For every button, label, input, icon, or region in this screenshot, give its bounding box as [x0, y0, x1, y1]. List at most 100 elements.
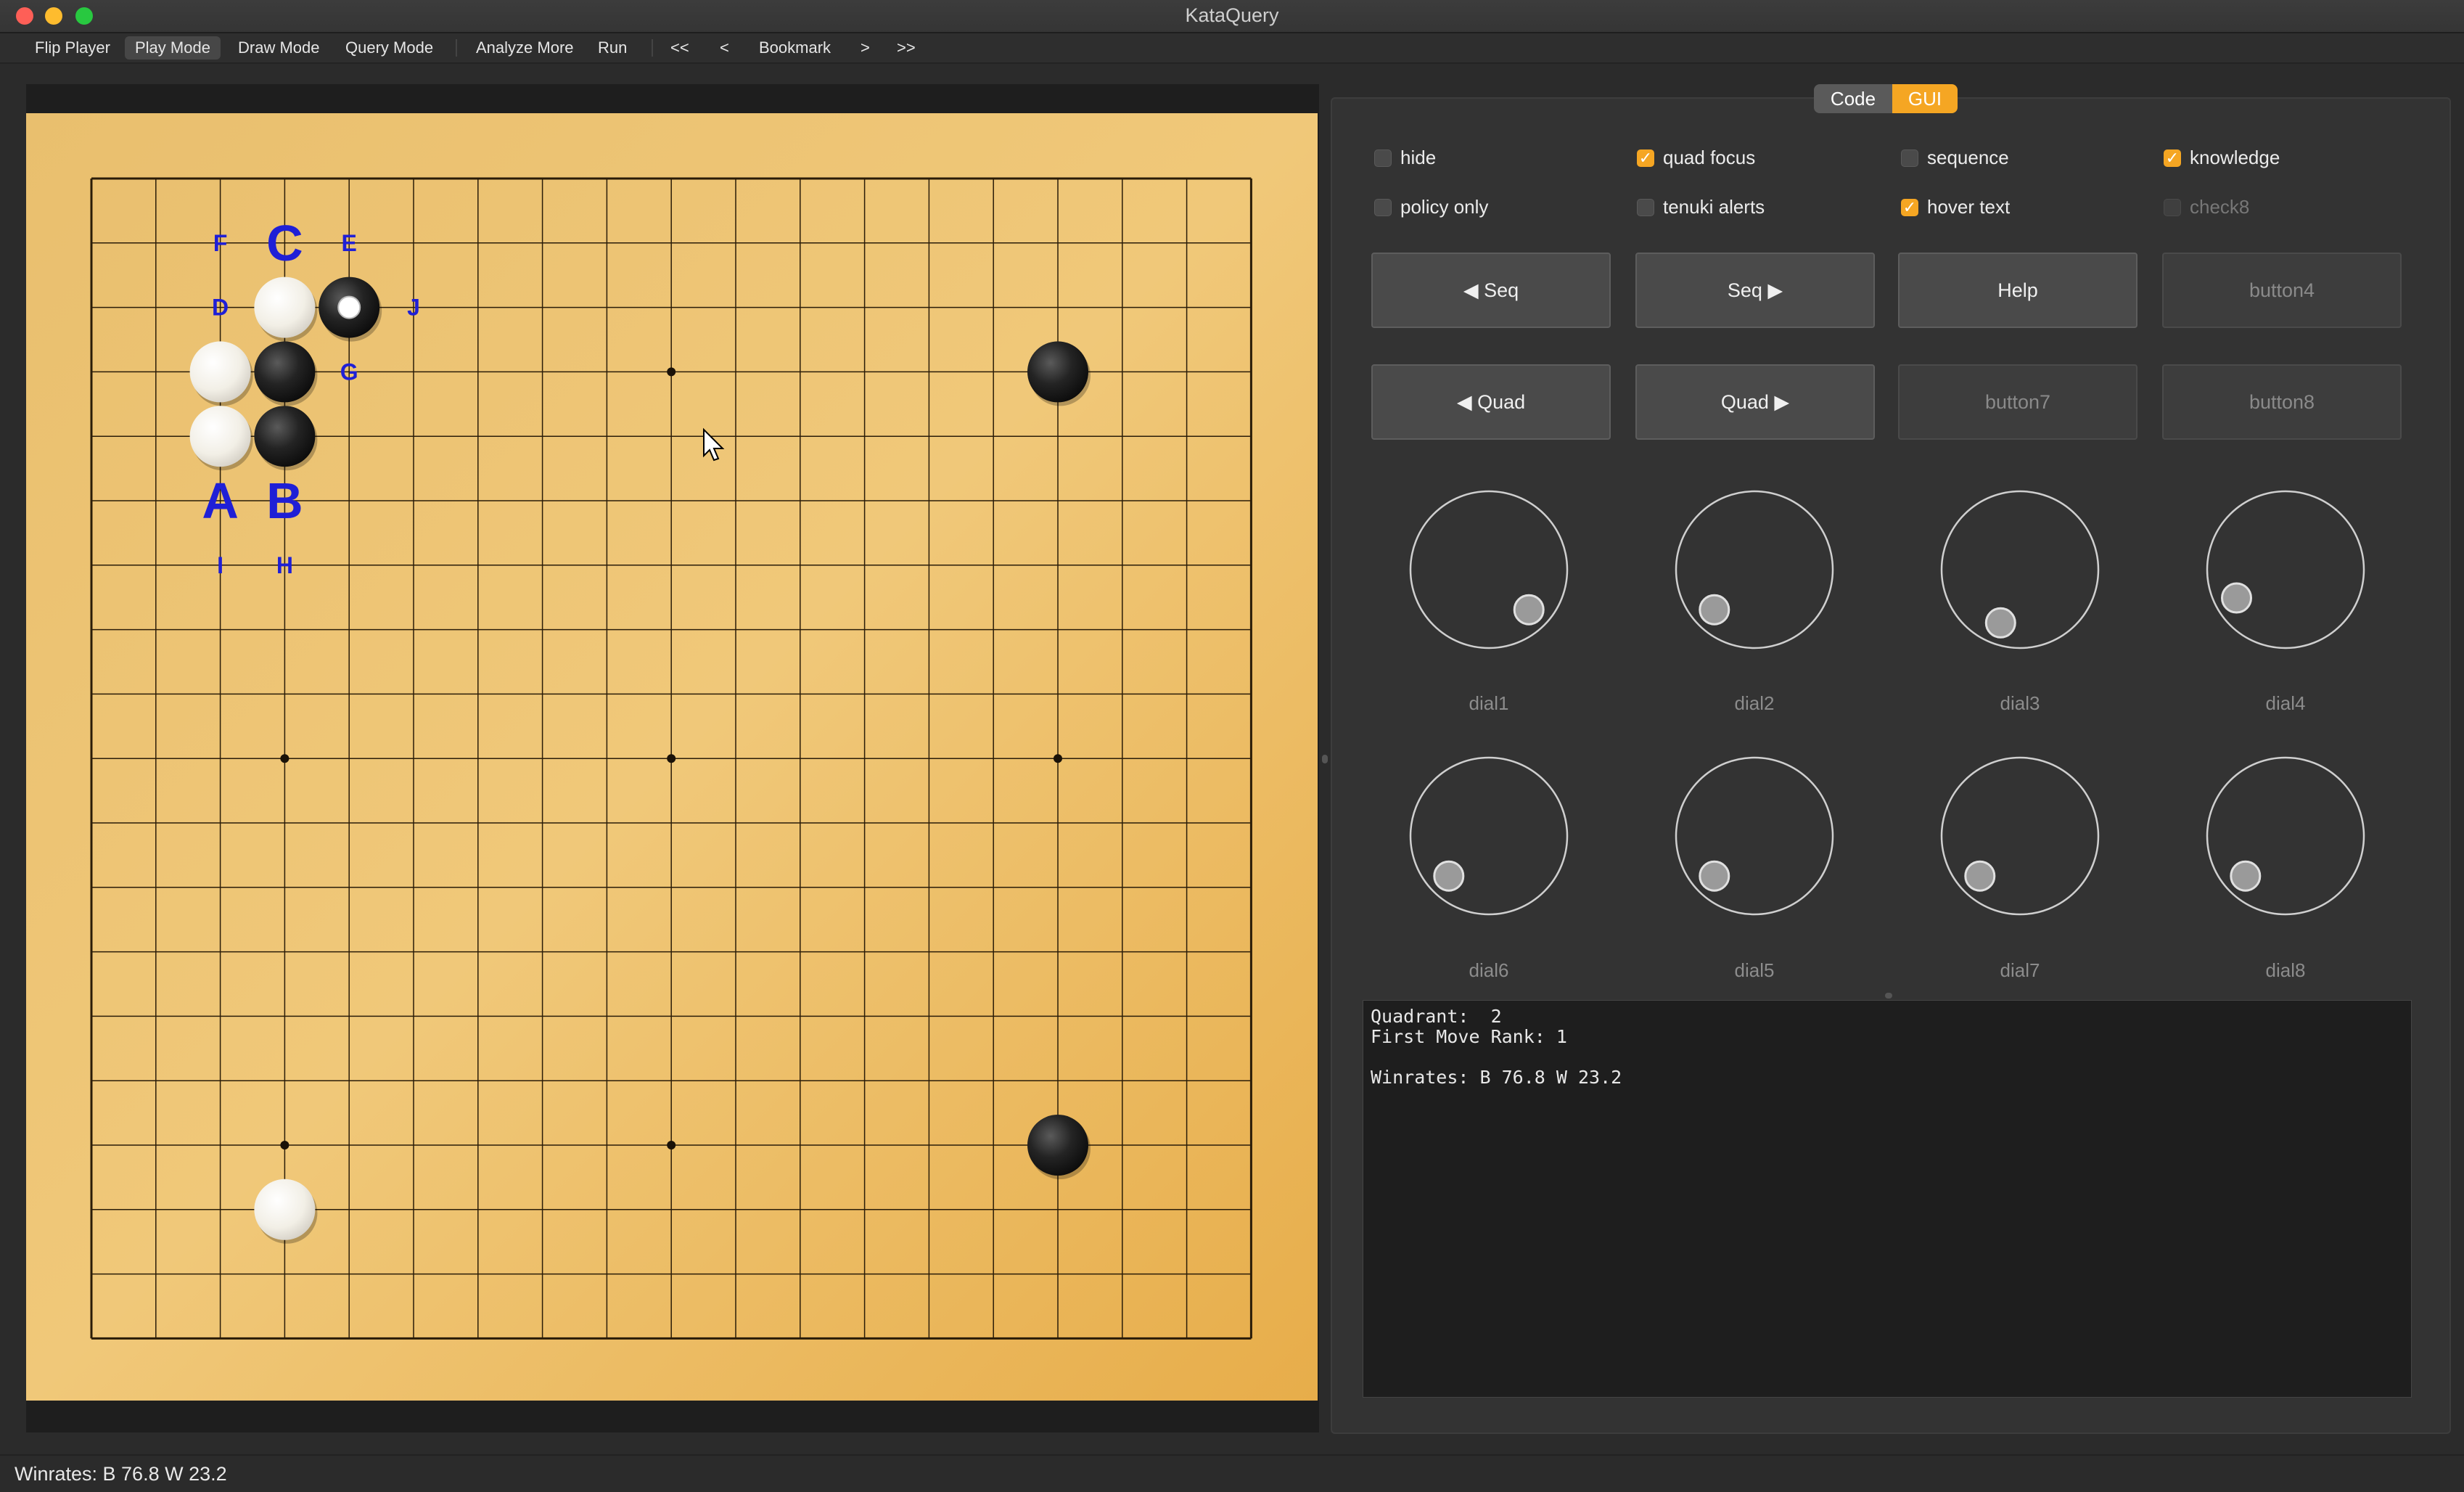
board-label: F	[213, 230, 228, 256]
board-label: H	[276, 552, 293, 578]
title-bar: KataQuery	[0, 0, 2464, 33]
dial-knob[interactable]	[2221, 582, 2252, 614]
dial-label: dial4	[2265, 692, 2306, 714]
flip-player-button[interactable]: Flip Player	[25, 36, 120, 60]
board-label: C	[266, 215, 303, 271]
previous-move-button[interactable]: <	[710, 36, 739, 60]
window-title: KataQuery	[1185, 4, 1279, 26]
dial-dial8[interactable]	[2198, 749, 2373, 923]
checkbox-label: hover text	[1927, 196, 2011, 218]
star-point	[667, 1141, 676, 1149]
first-move-button[interactable]: <<	[660, 36, 699, 60]
status-bar: Winrates: B 76.8 W 23.2	[0, 1454, 2464, 1492]
checkbox-hide[interactable]: hide	[1374, 147, 1436, 169]
black-stone	[254, 341, 316, 403]
toolbar-separator	[456, 39, 457, 57]
dial-label: dial5	[1734, 959, 1775, 981]
run-button[interactable]: Run	[588, 36, 637, 60]
dial-dial7[interactable]	[1933, 749, 2107, 923]
dial-knob[interactable]	[2230, 860, 2262, 892]
star-point	[667, 754, 676, 763]
bookmark-button[interactable]: Bookmark	[749, 36, 841, 60]
go-board[interactable]: F C E D J G A B I H	[26, 113, 1318, 1401]
dial-ring	[1940, 756, 2100, 916]
analyze-more-button[interactable]: Analyze More	[466, 36, 584, 60]
white-stone	[189, 406, 251, 467]
checkmark-icon: ✓	[2164, 149, 2181, 167]
checkbox-quad-focus[interactable]: ✓ quad focus	[1637, 147, 1755, 169]
dial-knob[interactable]	[1964, 860, 1996, 892]
checkbox-box	[2164, 198, 2181, 216]
dial-label: dial3	[2000, 692, 2040, 714]
output-text-area[interactable]: Quadrant: 2 First Move Rank: 1 Winrates:…	[1363, 1000, 2412, 1398]
checkbox-knowledge[interactable]: ✓ knowledge	[2164, 147, 2280, 169]
board-label: D	[212, 295, 229, 321]
dial-label: dial7	[2000, 959, 2040, 981]
button-2[interactable]: Seq ▶	[1635, 253, 1875, 328]
dial-ring	[2206, 490, 2365, 649]
star-point	[1054, 754, 1062, 763]
splitter-handle[interactable]	[1322, 755, 1328, 763]
button-3[interactable]: Help	[1898, 253, 2137, 328]
checkbox-label: hide	[1400, 147, 1437, 168]
white-stone	[254, 1179, 316, 1240]
checkbox-policy-only[interactable]: policy only	[1374, 196, 1488, 218]
last-move-button[interactable]: >>	[887, 36, 926, 60]
white-stone	[254, 276, 316, 338]
dial-knob[interactable]	[1699, 594, 1730, 626]
dial-dial2[interactable]	[1667, 483, 1841, 657]
dial-ring	[1675, 756, 1834, 916]
dial-knob[interactable]	[1433, 860, 1465, 892]
dial-dial6[interactable]	[1402, 749, 1576, 923]
checkbox-box	[1637, 198, 1654, 216]
checkmark-icon: ✓	[1637, 149, 1654, 167]
checkbox-label: sequence	[1927, 147, 2009, 168]
star-point	[280, 1141, 289, 1149]
dial-knob[interactable]	[1699, 860, 1730, 892]
dial-ring	[1675, 490, 1834, 649]
board-label: E	[342, 230, 357, 256]
dial-knob[interactable]	[1513, 594, 1545, 626]
output-resize-handle[interactable]	[1885, 993, 1892, 999]
dial-dial5[interactable]	[1667, 749, 1841, 923]
star-point	[280, 754, 289, 763]
dial-dial4[interactable]	[2198, 483, 2373, 657]
dial-label: dial8	[2265, 959, 2306, 981]
board-label: G	[340, 358, 358, 385]
button-1[interactable]: ◀ Seq	[1371, 253, 1611, 328]
black-stone	[1027, 341, 1088, 403]
dial-dial1[interactable]	[1402, 483, 1576, 657]
tab-code[interactable]: Code	[1814, 84, 1892, 113]
dial-ring	[1409, 490, 1569, 649]
tab-gui[interactable]: GUI	[1892, 84, 1958, 113]
checkbox-check8: check8	[2164, 196, 2249, 218]
checkbox-box	[1901, 149, 1918, 167]
checkbox-hover-text[interactable]: ✓ hover text	[1901, 196, 2010, 218]
checkbox-label: check8	[2190, 196, 2250, 218]
draw-mode-button[interactable]: Draw Mode	[228, 36, 329, 60]
button-7: button7	[1898, 364, 2137, 440]
dial-knob[interactable]	[1984, 607, 2016, 639]
last-move-marker	[337, 295, 361, 319]
dial-dial3[interactable]	[1933, 483, 2107, 657]
query-mode-button[interactable]: Query Mode	[335, 36, 443, 60]
toolbar-separator	[652, 39, 653, 57]
board-label: A	[202, 472, 239, 529]
status-winrates: Winrates: B 76.8 W 23.2	[15, 1463, 227, 1485]
play-mode-button[interactable]: Play Mode	[125, 36, 221, 60]
checkbox-sequence[interactable]: sequence	[1901, 147, 2009, 169]
checkbox-label: tenuki alerts	[1663, 196, 1765, 218]
toolbar: Flip Player Play Mode Draw Mode Query Mo…	[0, 33, 2464, 64]
checkbox-label: quad focus	[1663, 147, 1756, 168]
button-4: button4	[2162, 253, 2402, 328]
next-move-button[interactable]: >	[850, 36, 880, 60]
checkbox-box	[1374, 198, 1392, 216]
dial-label: dial1	[1469, 692, 1509, 714]
checkbox-box	[1374, 149, 1392, 167]
board-label: I	[217, 552, 223, 578]
dial-label: dial2	[1734, 692, 1775, 714]
button-6[interactable]: Quad ▶	[1635, 364, 1875, 440]
board-label: J	[407, 295, 420, 321]
checkbox-tenuki-alerts[interactable]: tenuki alerts	[1637, 196, 1765, 218]
button-5[interactable]: ◀ Quad	[1371, 364, 1611, 440]
